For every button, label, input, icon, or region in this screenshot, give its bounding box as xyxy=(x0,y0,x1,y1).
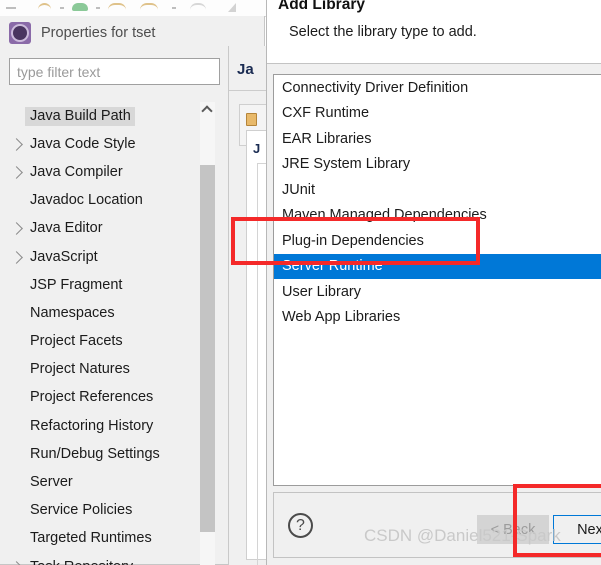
tree-item-refactoring-history[interactable]: Refactoring History xyxy=(9,412,220,440)
tree-item-label: Javadoc Location xyxy=(30,192,143,209)
wizard-footer: ? < Back Next xyxy=(273,492,601,558)
tree-item-label: Targeted Runtimes xyxy=(30,530,152,547)
tree-scrollbar[interactable] xyxy=(200,102,215,565)
toolbar-icon-5 xyxy=(96,7,100,9)
background-toolbar xyxy=(0,0,266,17)
library-item-label: Connectivity Driver Definition xyxy=(282,79,469,96)
library-item-label: Server Runtime xyxy=(282,258,383,275)
tree-item-project-references[interactable]: Project References xyxy=(9,384,220,412)
wizard-subtitle: Select the library type to add. xyxy=(289,24,477,40)
java-build-path-panel: Ja J xyxy=(228,46,266,565)
toolbar-icon-10 xyxy=(228,3,236,12)
panel-content-label: J xyxy=(253,141,261,156)
library-item-label: User Library xyxy=(282,283,361,300)
properties-gear-icon xyxy=(9,21,31,44)
chevron-right-icon[interactable] xyxy=(10,222,23,236)
tree-item-run-debug-settings[interactable]: Run/Debug Settings xyxy=(9,440,220,468)
scroll-up-arrow-icon[interactable] xyxy=(201,105,213,117)
panel-inner-frame xyxy=(257,163,266,565)
library-item-label: CXF Runtime xyxy=(282,105,370,122)
library-item-label: EAR Libraries xyxy=(282,130,372,147)
library-item-label: JRE System Library xyxy=(282,156,411,173)
library-item-connectivity-driver-definition[interactable]: Connectivity Driver Definition xyxy=(274,75,601,101)
tree-item-label: Run/Debug Settings xyxy=(30,445,160,462)
add-library-wizard: Add Library Select the library type to a… xyxy=(266,0,601,565)
library-item-plug-in-dependencies[interactable]: Plug-in Dependencies xyxy=(274,228,601,254)
tree-item-java-compiler[interactable]: Java Compiler xyxy=(9,158,220,186)
chevron-right-icon[interactable] xyxy=(10,137,23,151)
tree-item-label: Project References xyxy=(30,389,154,406)
tree-item-server[interactable]: Server xyxy=(9,468,220,496)
tree-item-label: Java Editor xyxy=(30,220,103,237)
tree-item-task-repository[interactable]: Task Repository xyxy=(9,553,220,565)
tree-item-service-policies[interactable]: Service Policies xyxy=(9,497,220,525)
properties-dialog-title: Properties for tset xyxy=(41,24,156,41)
tree-item-javascript[interactable]: JavaScript xyxy=(9,243,220,271)
library-item-label: JUnit xyxy=(282,181,316,198)
toolbar-icon-4 xyxy=(72,3,88,11)
tree-item-label: Task Repository xyxy=(25,558,137,565)
toolbar-icon-2 xyxy=(38,3,51,10)
tree-item-label: Namespaces xyxy=(30,304,115,321)
library-type-list[interactable]: Connectivity Driver Definition CXF Runtim… xyxy=(273,74,601,486)
tree-item-label: Java Code Style xyxy=(30,135,136,152)
library-item-web-app-libraries[interactable]: Web App Libraries xyxy=(274,305,601,331)
tree-item-project-facets[interactable]: Project Facets xyxy=(9,328,220,356)
help-question-icon[interactable]: ? xyxy=(288,513,313,538)
library-item-server-runtime[interactable]: Server Runtime xyxy=(274,253,601,279)
tree-item-label: JavaScript xyxy=(30,248,98,265)
chevron-right-icon[interactable] xyxy=(10,560,23,565)
toolbar-icon-8 xyxy=(172,7,176,9)
library-item-cxf-runtime[interactable]: CXF Runtime xyxy=(274,101,601,127)
properties-dialog: Properties for tset type filter text Jav… xyxy=(0,16,265,565)
screenshot-root: Properties for tset type filter text Jav… xyxy=(0,0,601,565)
tree-item-label: Project Natures xyxy=(30,361,130,378)
filter-text-input[interactable]: type filter text xyxy=(9,58,220,85)
library-item-label: Plug-in Dependencies xyxy=(282,232,424,249)
tree-item-java-code-style[interactable]: Java Code Style xyxy=(9,130,220,158)
java-build-path-heading: Ja xyxy=(237,61,254,78)
tree-scrollbar-thumb[interactable] xyxy=(200,165,215,532)
tree-item-label: Java Build Path xyxy=(25,106,135,126)
library-item-ear-libraries[interactable]: EAR Libraries xyxy=(274,126,601,152)
panel-divider xyxy=(229,90,266,91)
tree-item-javadoc-location[interactable]: Javadoc Location xyxy=(9,187,220,215)
properties-title-bar: Properties for tset xyxy=(0,16,264,49)
tree-item-label: Java Compiler xyxy=(30,163,123,180)
library-item-user-library[interactable]: User Library xyxy=(274,279,601,305)
toolbar-icon-3 xyxy=(60,7,64,9)
library-item-junit[interactable]: JUnit xyxy=(274,177,601,203)
library-item-maven-managed-dependencies[interactable]: Maven Managed Dependencies xyxy=(274,203,601,229)
library-folder-icon xyxy=(246,113,257,126)
tree-item-label: Service Policies xyxy=(30,502,133,519)
library-item-label: Web App Libraries xyxy=(282,309,401,326)
wizard-title: Add Library xyxy=(278,0,365,13)
toolbar-icon-7 xyxy=(140,3,158,10)
panel-content-box: J xyxy=(246,130,266,565)
tree-item-label: Server xyxy=(30,474,73,491)
tree-item-java-editor[interactable]: Java Editor xyxy=(9,215,220,243)
tree-item-label: JSP Fragment xyxy=(30,276,123,293)
toolbar-icon-9 xyxy=(190,3,206,10)
toolbar-icon-1 xyxy=(6,7,16,9)
tree-item-project-natures[interactable]: Project Natures xyxy=(9,356,220,384)
tree-item-targeted-runtimes[interactable]: Targeted Runtimes xyxy=(9,525,220,553)
toolbar-icon-6 xyxy=(108,3,126,10)
back-button: < Back xyxy=(477,515,549,544)
tree-item-java-build-path[interactable]: Java Build Path xyxy=(9,102,220,130)
properties-tree[interactable]: Java Build Path Java Code Style Java Compi… xyxy=(9,102,220,565)
next-button[interactable]: Next xyxy=(553,515,601,544)
tree-item-namespaces[interactable]: Namespaces xyxy=(9,299,220,327)
tree-item-jsp-fragment[interactable]: JSP Fragment xyxy=(9,271,220,299)
filter-placeholder: type filter text xyxy=(17,63,101,80)
tree-item-label: Refactoring History xyxy=(30,417,154,434)
library-item-jre-system-library[interactable]: JRE System Library xyxy=(274,152,601,178)
tree-item-label: Project Facets xyxy=(30,333,123,350)
wizard-header: Add Library Select the library type to a… xyxy=(267,0,601,64)
library-item-label: Maven Managed Dependencies xyxy=(282,207,487,224)
chevron-right-icon[interactable] xyxy=(10,250,23,264)
chevron-right-icon[interactable] xyxy=(10,166,23,179)
